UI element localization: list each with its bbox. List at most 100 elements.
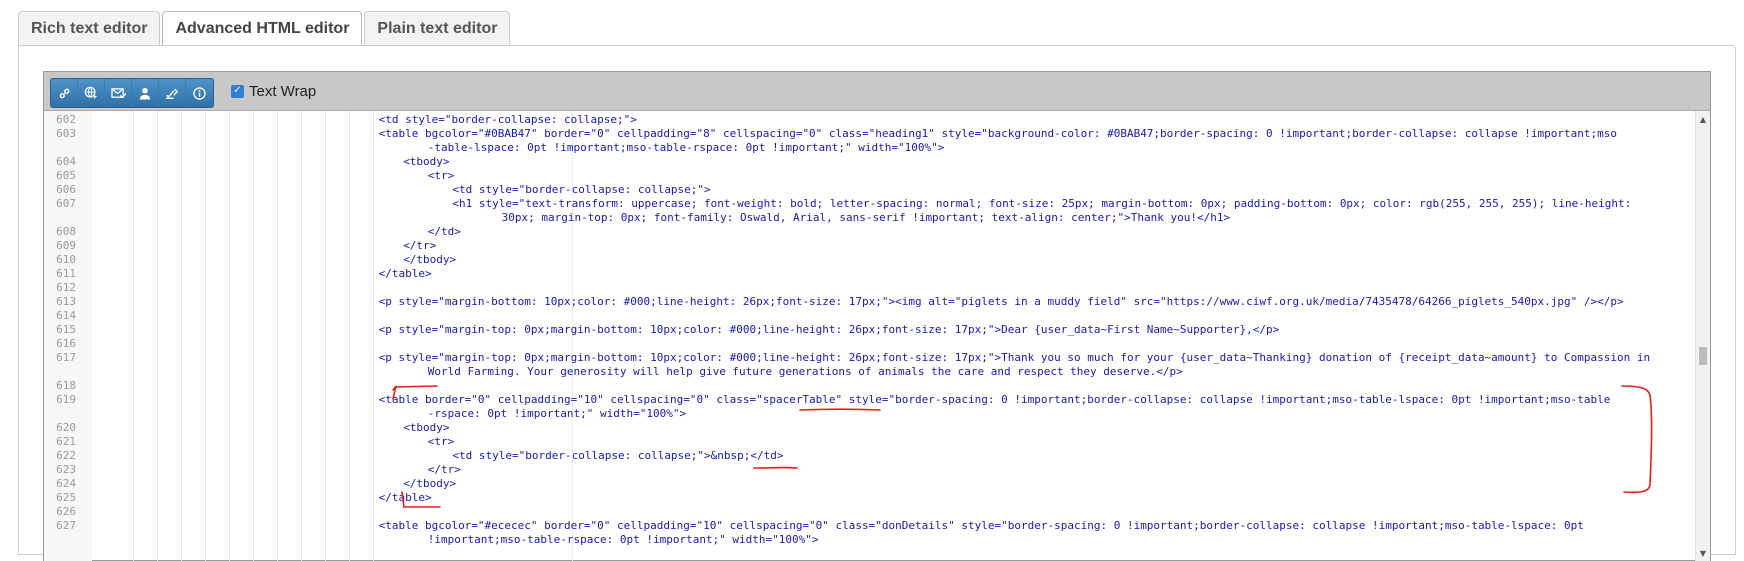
insert-checklist-button[interactable] (159, 79, 186, 107)
code-line: !important;mso-table-rspace: 0pt !import… (44, 533, 1696, 546)
line-number: 604 (44, 155, 76, 168)
code-line: 610</tbody> (44, 253, 1696, 266)
code-line: 624</tbody> (44, 477, 1696, 490)
text-wrap-checkbox[interactable]: ✓ (231, 85, 244, 98)
code-line: 615 <p style="margin-top: 0px;margin-bott… (44, 323, 1696, 336)
code-text: </tbody> (403, 477, 456, 490)
code-line: 612 (44, 281, 1696, 294)
html-code-editor: ✓ Text Wrap 602 <td style="border-collaps… (43, 71, 1711, 561)
code-line: 603 <table bgcolor="#0BAB47" border="0" c… (44, 127, 1696, 140)
code-text: <p style="margin-top: 0px;margin-bottom:… (379, 323, 1280, 336)
line-number: 615 (44, 323, 76, 336)
code-text: -table-lspace: 0pt !important;mso-table-… (428, 141, 945, 154)
text-wrap-toggle[interactable]: ✓ Text Wrap (231, 81, 316, 101)
code-text: <h1 style="text-transform: uppercase; fo… (452, 197, 1631, 210)
info-icon (193, 87, 206, 100)
line-number: 613 (44, 295, 76, 308)
code-text: <tbody> (403, 421, 449, 434)
code-text: </tr> (428, 463, 461, 476)
code-text: </table> (379, 267, 432, 280)
code-line: 607 <h1 style="text-transform: uppercase;… (44, 197, 1696, 210)
code-text: <table bgcolor="#ececec" border="0" cell… (379, 519, 1584, 532)
code-line: 611 </table> (44, 267, 1696, 280)
vertical-scrollbar[interactable]: ▲ ▼ (1695, 111, 1710, 561)
scroll-down-arrow-icon[interactable]: ▼ (1696, 547, 1710, 561)
code-line: 608 </td> (44, 225, 1696, 238)
code-text: <td style="border-collapse: collapse;"> (379, 113, 637, 126)
line-number: 606 (44, 183, 76, 196)
code-line: World Farming. Your generosity will help… (44, 365, 1696, 378)
code-text: <p style="margin-top: 0px;margin-bottom:… (379, 351, 1651, 364)
insert-email-button[interactable] (105, 79, 132, 107)
code-area[interactable]: 602 <td style="border-collapse: collapse;… (44, 111, 1696, 561)
checklist-icon (165, 87, 179, 100)
line-number: 626 (44, 505, 76, 518)
line-number: 619 (44, 393, 76, 406)
line-number: 603 (44, 127, 76, 140)
tab-advanced-html-editor[interactable]: Advanced HTML editor (162, 11, 362, 47)
insert-link-button[interactable] (51, 79, 78, 107)
code-line: 606 <td style="border-collapse: collapse;… (44, 183, 1696, 196)
code-text: </table> (379, 491, 432, 504)
code-line: 620<tbody> (44, 421, 1696, 434)
code-line: 623 </tr> (44, 463, 1696, 476)
line-number: 612 (44, 281, 76, 294)
link-icon (58, 87, 71, 100)
code-text: </tr> (403, 239, 436, 252)
code-line: 602 <td style="border-collapse: collapse;… (44, 113, 1696, 126)
code-line: 619 <table border="0" cellpadding="10" ce… (44, 393, 1696, 406)
code-text: <table bgcolor="#0BAB47" border="0" cell… (379, 127, 1617, 140)
line-number: 611 (44, 267, 76, 280)
code-line: 621 <tr> (44, 435, 1696, 448)
code-line: 627 <table bgcolor="#ececec" border="0" c… (44, 519, 1696, 532)
code-text: <td style="border-collapse: collapse;">&… (452, 449, 783, 462)
code-text: World Farming. Your generosity will help… (428, 365, 1183, 378)
code-text: -rspace: 0pt !important;" width="100%"> (428, 407, 686, 420)
code-text: 30px; margin-top: 0px; font-family: Oswa… (502, 211, 1230, 224)
code-line: -table-lspace: 0pt !important;mso-table-… (44, 141, 1696, 154)
tab-rich-text-editor[interactable]: Rich text editor (18, 11, 160, 45)
code-text: <p style="margin-bottom: 10px;color: #00… (379, 295, 1624, 308)
line-number: 623 (44, 463, 76, 476)
code-line: 30px; margin-top: 0px; font-family: Oswa… (44, 211, 1696, 224)
toolbar-button-group (50, 78, 214, 108)
line-number: 614 (44, 309, 76, 322)
code-line: 622<td style="border-collapse: collapse;… (44, 449, 1696, 462)
code-text: </tbody> (403, 253, 456, 266)
code-text: </td> (428, 225, 461, 238)
user-icon (139, 87, 151, 100)
line-number: 621 (44, 435, 76, 448)
code-text: <td style="border-collapse: collapse;"> (452, 183, 710, 196)
code-line: 604 <tbody> (44, 155, 1696, 168)
line-number: 607 (44, 197, 76, 210)
tab-plain-text-editor[interactable]: Plain text editor (364, 11, 510, 45)
line-number: 609 (44, 239, 76, 252)
code-line: 625</table> (44, 491, 1696, 504)
text-wrap-label: Text Wrap (249, 83, 316, 100)
line-number: 602 (44, 113, 76, 126)
line-number: 608 (44, 225, 76, 238)
globe-icon (84, 86, 98, 100)
code-text: <tr> (428, 169, 455, 182)
scroll-thumb[interactable] (1699, 347, 1707, 365)
scroll-up-arrow-icon[interactable]: ▲ (1696, 113, 1710, 127)
editor-tabs: Rich text editor Advanced HTML editor Pl… (18, 11, 512, 46)
line-number: 627 (44, 519, 76, 532)
line-number: 616 (44, 337, 76, 350)
code-line: 626 (44, 505, 1696, 518)
code-line: -rspace: 0pt !important;" width="100%"> (44, 407, 1696, 420)
code-line: 618 (44, 379, 1696, 392)
line-number: 618 (44, 379, 76, 392)
insert-user-field-button[interactable] (132, 79, 159, 107)
code-line: 613 <p style="margin-bottom: 10px;color: … (44, 295, 1696, 308)
code-text: <tr> (428, 435, 455, 448)
info-button[interactable] (186, 79, 213, 107)
code-text: !important;mso-table-rspace: 0pt !import… (428, 533, 819, 546)
envelope-icon (111, 87, 126, 100)
insert-web-link-button[interactable] (78, 79, 105, 107)
code-text: <tbody> (403, 155, 449, 168)
code-text: <table border="0" cellpadding="10" cells… (379, 393, 1611, 406)
code-line: 614 (44, 309, 1696, 322)
code-line: 616 (44, 337, 1696, 350)
code-line: 617<p style="margin-top: 0px;margin-bott… (44, 351, 1696, 364)
